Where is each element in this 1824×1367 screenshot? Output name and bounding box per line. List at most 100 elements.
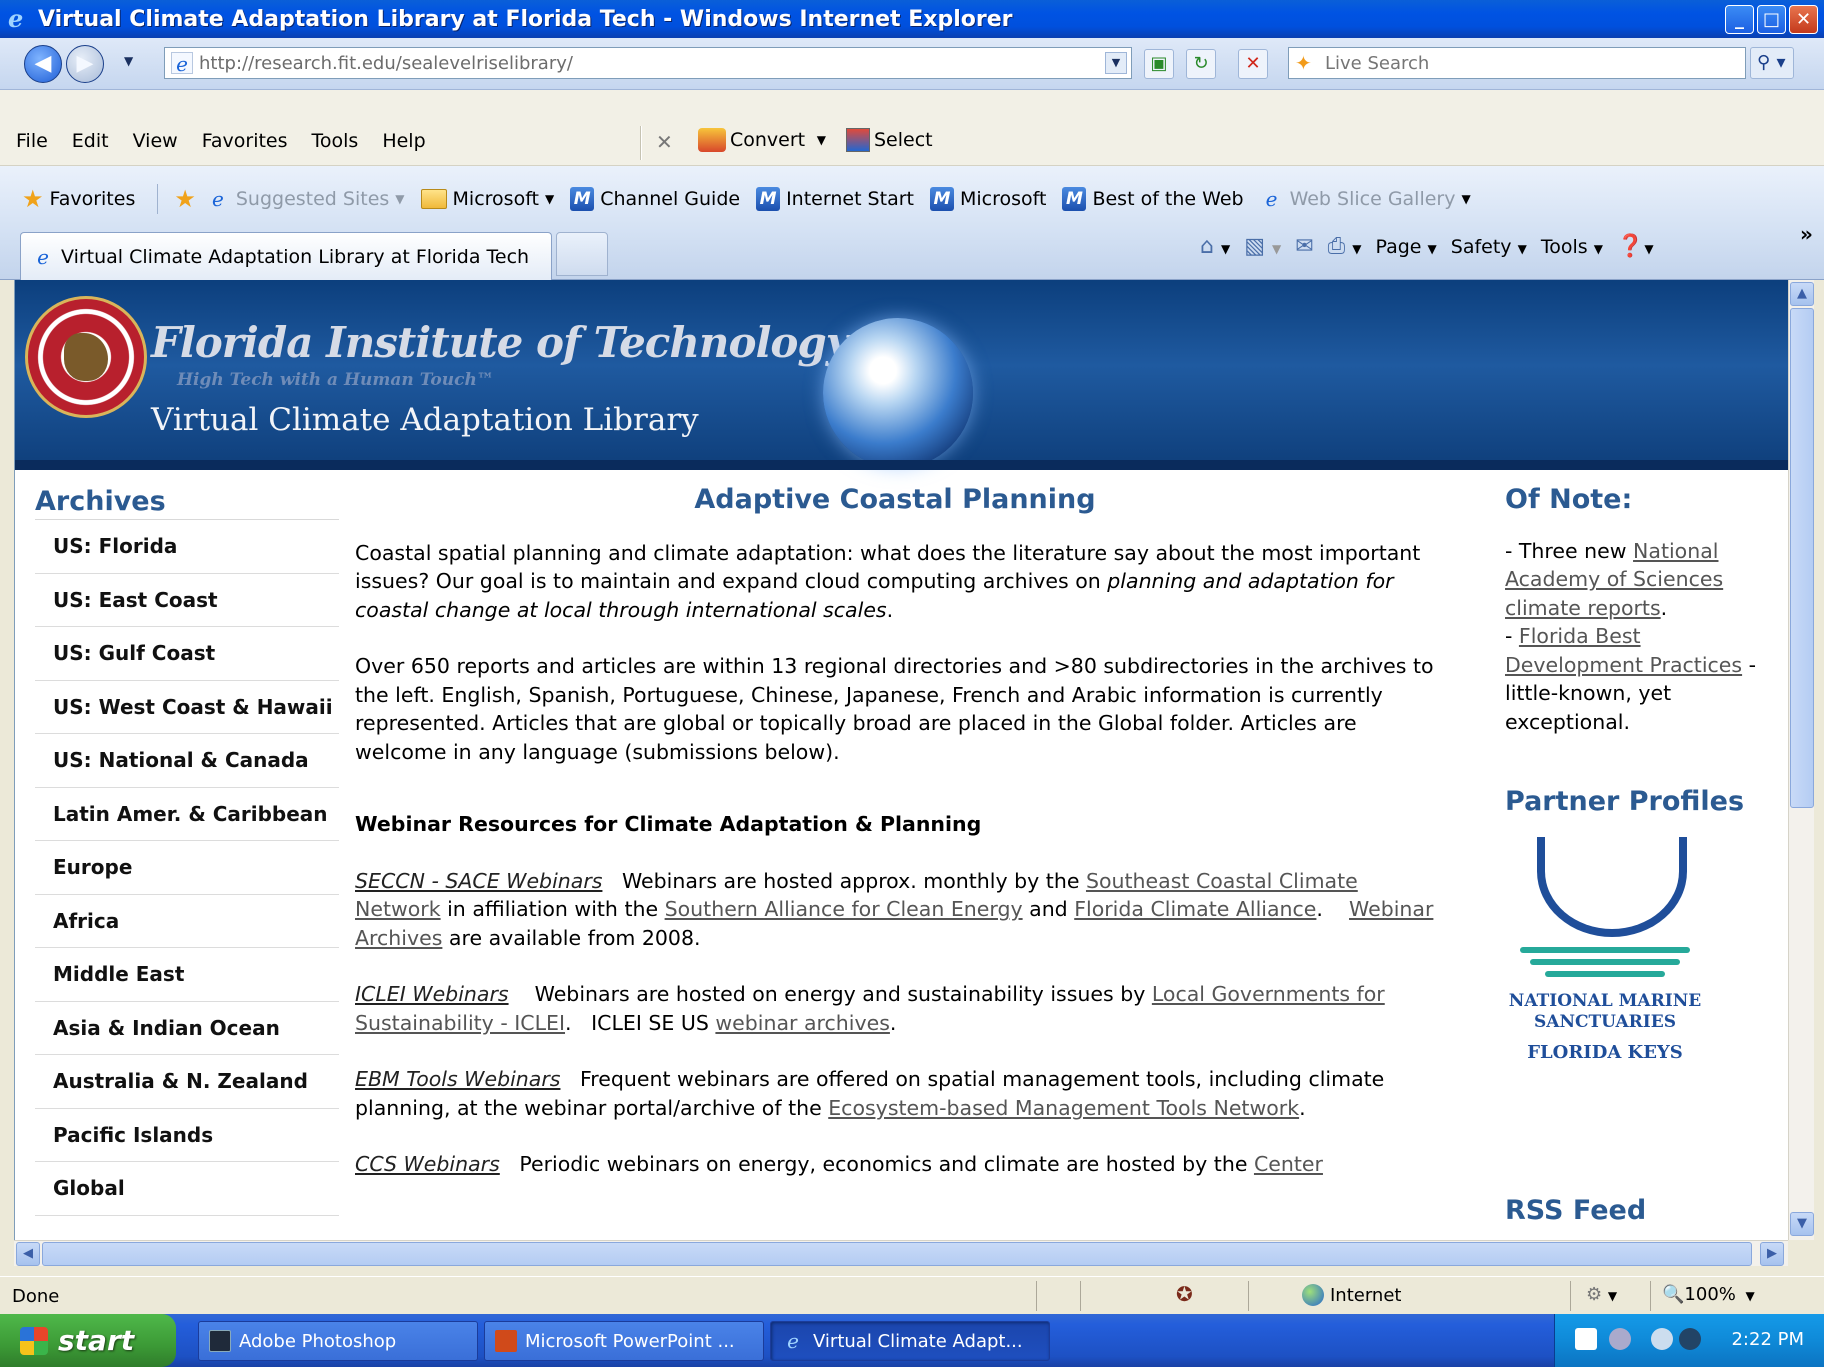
system-tray: 2:22 PM [1554, 1314, 1824, 1367]
ccs-paragraph: CCS Webinars Periodic webinars on energy… [355, 1150, 1435, 1179]
refresh-icon[interactable]: ↻ [1186, 49, 1216, 79]
archive-link-global[interactable]: Global [35, 1162, 339, 1216]
back-button[interactable]: ◀ [24, 45, 62, 83]
address-dropdown[interactable]: ▼ [1105, 52, 1127, 74]
archive-link-us-west-coast[interactable]: US: West Coast & Hawaii [35, 681, 339, 734]
zoom-level[interactable]: 🔍100% ▼ [1662, 1284, 1755, 1305]
horizontal-scrollbar[interactable]: ◀ ▶ [14, 1240, 1788, 1266]
chevron-down-icon: ▼ [1461, 192, 1471, 206]
search-box[interactable]: ✦ [1288, 47, 1746, 79]
close-button[interactable]: ✕ [1789, 5, 1818, 34]
tab-active[interactable]: e Virtual Climate Adaptation Library at … [20, 232, 552, 280]
chevron-down-icon: ▼ [545, 192, 555, 206]
menu-edit[interactable]: Edit [72, 130, 109, 152]
florida-best-practices-link[interactable]: Florida Best Development Practices [1505, 624, 1742, 677]
select-button[interactable]: Select [846, 128, 933, 152]
title-bar[interactable]: e Virtual Climate Adaptation Library at … [0, 0, 1824, 38]
florida-climate-alliance-link[interactable]: Florida Climate Alliance [1074, 897, 1316, 921]
recent-pages-dropdown[interactable]: ▼ [124, 54, 133, 68]
intro-paragraph: Coastal spatial planning and climate ada… [355, 539, 1435, 625]
logo-text-2: FLORIDA KEYS [1527, 1041, 1683, 1063]
toolbar-overflow-icon[interactable]: » [1800, 222, 1813, 246]
page-menu[interactable]: Page ▼ [1375, 236, 1436, 258]
task-photoshop[interactable]: Adobe Photoshop [198, 1321, 478, 1361]
vertical-scrollbar[interactable]: ▲ ▼ [1788, 280, 1814, 1240]
ccs-webinars-link[interactable]: CCS Webinars [355, 1152, 500, 1176]
fav-suggested-sites[interactable]: e Suggested Sites ▼ [206, 187, 405, 211]
popup-blocker-icon[interactable]: ✪ [1176, 1282, 1193, 1306]
archive-link-us-gulf-coast[interactable]: US: Gulf Coast [35, 627, 339, 681]
task-internet-explorer[interactable]: e Virtual Climate Adapt... [770, 1321, 1050, 1361]
iclei-archives-link[interactable]: webinar archives [715, 1011, 890, 1035]
archive-link-us-national[interactable]: US: National & Canada [35, 734, 339, 788]
safety-menu[interactable]: Safety ▼ [1451, 236, 1527, 258]
new-tab-button[interactable] [556, 232, 608, 276]
nms-florida-keys-logo[interactable]: NATIONAL MARINE SANCTUARIES FLORIDA KEYS [1505, 831, 1705, 1068]
stop-icon[interactable]: ✕ [1238, 49, 1268, 79]
fav-internet-start[interactable]: M Internet Start [756, 187, 914, 211]
archive-link-middle-east[interactable]: Middle East [35, 948, 339, 1002]
status-text: Done [12, 1286, 60, 1307]
fav-channel-guide[interactable]: M Channel Guide [570, 187, 740, 211]
menu-favorites[interactable]: Favorites [202, 130, 288, 152]
seccn-webinars-link[interactable]: SECCN - SACE Webinars [355, 869, 602, 893]
show-hidden-icons[interactable] [1651, 1328, 1673, 1350]
read-mail-icon[interactable]: ✉ [1295, 234, 1313, 259]
scroll-left-icon[interactable]: ◀ [16, 1242, 40, 1266]
horizontal-scroll-thumb[interactable] [42, 1242, 1752, 1266]
ebm-network-link[interactable]: Ecosystem-based Management Tools Network [828, 1096, 1299, 1120]
task-powerpoint[interactable]: Microsoft PowerPoint ... [484, 1321, 764, 1361]
scroll-up-icon[interactable]: ▲ [1790, 282, 1814, 306]
menu-view[interactable]: View [133, 130, 178, 152]
fav-best-of-the-web[interactable]: M Best of the Web [1062, 187, 1244, 211]
archive-link-europe[interactable]: Europe [35, 841, 339, 895]
vertical-scroll-thumb[interactable] [1790, 308, 1814, 808]
start-button[interactable]: start [0, 1314, 176, 1367]
search-button[interactable]: ⚲ ▾ [1750, 47, 1794, 79]
fav-microsoft-folder[interactable]: Microsoft ▼ [420, 188, 555, 210]
fav-microsoft[interactable]: M Microsoft [929, 187, 1046, 211]
archive-link-africa[interactable]: Africa [35, 895, 339, 948]
close-toolbar-icon[interactable]: ✕ [656, 130, 673, 154]
help-tray-icon[interactable] [1575, 1328, 1597, 1350]
network-tray-icon[interactable] [1609, 1328, 1631, 1350]
volume-tray-icon[interactable] [1679, 1328, 1701, 1350]
archive-link-us-florida[interactable]: US: Florida [35, 520, 339, 574]
archive-link-pacific-islands[interactable]: Pacific Islands [35, 1109, 339, 1162]
convert-button[interactable]: Convert ▼ [698, 128, 826, 152]
compatibility-icon[interactable]: ▣ [1144, 49, 1174, 79]
menu-file[interactable]: File [16, 130, 48, 152]
sace-link[interactable]: Southern Alliance for Clean Energy [665, 897, 1023, 921]
ebm-webinars-link[interactable]: EBM Tools Webinars [355, 1067, 560, 1091]
archive-link-us-east-coast[interactable]: US: East Coast [35, 574, 339, 627]
feeds-icon[interactable]: ▧ ▼ [1244, 234, 1281, 259]
scroll-right-icon[interactable]: ▶ [1760, 1242, 1784, 1266]
protected-mode-icon[interactable]: ⚙ ▼ [1586, 1284, 1617, 1305]
scroll-down-icon[interactable]: ▼ [1790, 1212, 1814, 1236]
tools-menu[interactable]: Tools ▼ [1541, 236, 1603, 258]
favorites-button[interactable]: ★ Favorites [22, 187, 135, 211]
print-icon[interactable]: ⎙ ▼ [1328, 234, 1362, 259]
security-zone[interactable]: Internet [1302, 1284, 1401, 1306]
url-text[interactable]: http://research.fit.edu/sealevelriselibr… [199, 53, 573, 74]
webinar-heading: Webinar Resources for Climate Adaptation… [355, 812, 982, 836]
archive-link-asia[interactable]: Asia & Indian Ocean [35, 1002, 339, 1055]
text: - [1505, 624, 1519, 648]
search-input[interactable] [1325, 52, 1725, 74]
address-bar[interactable]: e http://research.fit.edu/sealevelriseli… [164, 47, 1132, 79]
fav-web-slice-gallery[interactable]: e Web Slice Gallery ▼ [1260, 187, 1471, 211]
help-icon[interactable]: ❓▼ [1617, 234, 1654, 259]
archive-link-latin-america[interactable]: Latin Amer. & Caribbean [35, 788, 339, 841]
add-favorite-icon[interactable]: ★ [174, 187, 196, 211]
maximize-button[interactable]: □ [1757, 5, 1786, 34]
taskbar: start Adobe Photoshop Microsoft PowerPoi… [0, 1314, 1824, 1367]
browser-window: e Virtual Climate Adaptation Library at … [0, 0, 1824, 1367]
menu-tools[interactable]: Tools [312, 130, 359, 152]
forward-button[interactable]: ▶ [66, 45, 104, 83]
home-icon[interactable]: ⌂ ▼ [1200, 234, 1230, 259]
archive-link-australia[interactable]: Australia & N. Zealand [35, 1055, 339, 1109]
iclei-webinars-link[interactable]: ICLEI Webinars [355, 982, 509, 1006]
center-link[interactable]: Center [1254, 1152, 1323, 1176]
minimize-button[interactable]: _ [1725, 5, 1754, 34]
menu-help[interactable]: Help [382, 130, 425, 152]
